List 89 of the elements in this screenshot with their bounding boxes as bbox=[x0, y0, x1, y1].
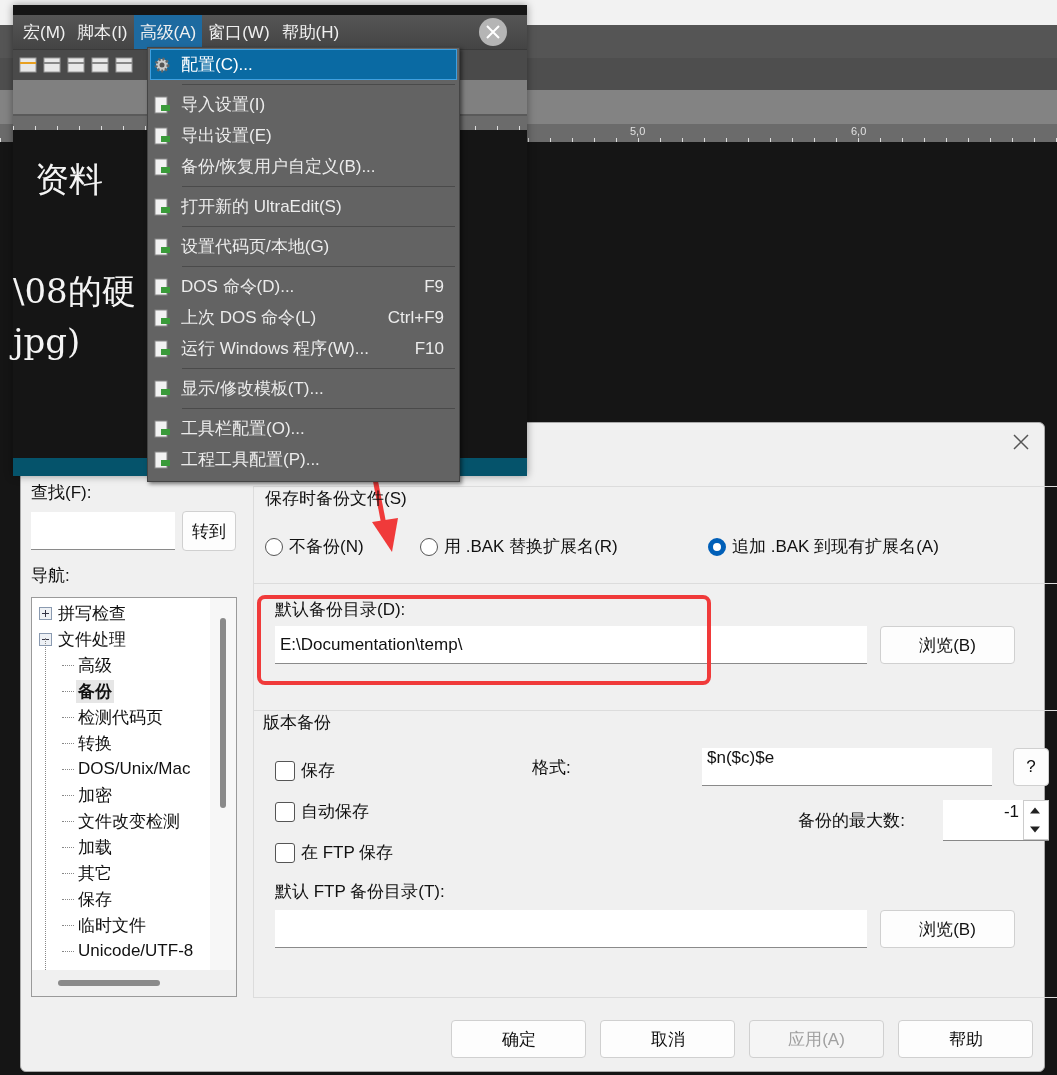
radio-label: 不备份(N) bbox=[289, 536, 364, 558]
document-icon bbox=[153, 419, 171, 438]
document-icon bbox=[153, 339, 171, 358]
tree-item[interactable]: Unicode/UTF-8 bbox=[76, 941, 196, 961]
browse-button[interactable]: 浏览(B) bbox=[880, 910, 1015, 948]
scrollbar-thumb[interactable] bbox=[58, 980, 160, 986]
document-icon bbox=[153, 157, 171, 176]
radio-button[interactable] bbox=[265, 537, 283, 556]
editor-text: \08的硬 bbox=[13, 270, 136, 312]
menu-item[interactable]: 工具栏配置(O)... bbox=[150, 413, 457, 444]
expand-icon[interactable] bbox=[39, 606, 52, 620]
radio-label: 追加 .BAK 到现有扩展名(A) bbox=[732, 536, 939, 558]
field-label: 默认 FTP 备份目录(T): bbox=[275, 881, 446, 903]
menu-item[interactable]: 窗口(W) bbox=[202, 15, 276, 49]
toolbar-icon[interactable] bbox=[91, 56, 109, 74]
checkbox-label: 保存 bbox=[301, 760, 335, 782]
directory-field[interactable]: E:\Documentation\temp\ bbox=[275, 626, 867, 664]
menu-item[interactable]: 高级(A) bbox=[133, 15, 203, 49]
checkbox-label: 自动保存 bbox=[301, 801, 369, 823]
menu-item[interactable]: 宏(M) bbox=[17, 15, 72, 49]
menu-item[interactable]: 上次 DOS 命令(L) Ctrl+F9 bbox=[150, 302, 457, 333]
close-button[interactable] bbox=[479, 18, 507, 46]
document-icon bbox=[153, 277, 171, 296]
radio-button[interactable] bbox=[708, 537, 726, 556]
field-label: 查找(F): bbox=[31, 482, 93, 504]
menu-item[interactable]: 显示/修改模板(T)... bbox=[150, 373, 457, 404]
checkbox[interactable] bbox=[275, 801, 295, 822]
toolbar-icon[interactable] bbox=[19, 56, 37, 74]
ruler-label: 5,0 bbox=[630, 125, 646, 137]
document-icon bbox=[153, 126, 171, 145]
help-button[interactable]: ? bbox=[1013, 748, 1049, 786]
radio-label: 用 .BAK 替换扩展名(R) bbox=[444, 536, 618, 558]
menu-item[interactable]: 工程工具配置(P)... bbox=[150, 444, 457, 475]
section-label: 导航: bbox=[31, 565, 71, 587]
tree-item[interactable]: 其它 bbox=[76, 861, 114, 885]
tree-item[interactable]: 加载 bbox=[76, 835, 114, 859]
gear-icon bbox=[153, 55, 171, 74]
field-label: 备份的最大数: bbox=[798, 810, 905, 832]
document-icon bbox=[153, 237, 171, 256]
tree-item[interactable]: 临时文件 bbox=[76, 913, 148, 937]
dialog-button[interactable]: 确定 bbox=[451, 1020, 586, 1058]
document-icon bbox=[153, 450, 171, 469]
dialog-button[interactable]: 取消 bbox=[600, 1020, 735, 1058]
tree-item[interactable]: 文件处理 bbox=[58, 627, 126, 651]
toolbar-icon[interactable] bbox=[115, 56, 133, 74]
menu-item[interactable]: 打开新的 UltraEdit(S) bbox=[150, 191, 457, 222]
menu-item[interactable]: 脚本(I) bbox=[71, 15, 134, 49]
menu-item[interactable]: DOS 命令(D)... F9 bbox=[150, 271, 457, 302]
tree-item[interactable]: 高级 bbox=[76, 653, 114, 677]
close-icon bbox=[486, 25, 500, 39]
dialog-button[interactable]: 帮助 bbox=[898, 1020, 1033, 1058]
group-title: 版本备份 bbox=[263, 712, 332, 734]
browse-button[interactable]: 浏览(B) bbox=[880, 626, 1015, 664]
menu-item[interactable]: 设置代码页/本地(G) bbox=[150, 231, 457, 262]
number-spinner[interactable]: -1 bbox=[943, 800, 1049, 841]
tree-item[interactable]: 检测代码页 bbox=[76, 705, 165, 729]
menu-item[interactable]: 导出设置(E) bbox=[150, 120, 457, 151]
search-field[interactable] bbox=[31, 512, 175, 550]
tree-item[interactable]: DOS/Unix/Mac bbox=[76, 759, 193, 779]
menu-item[interactable]: 运行 Windows 程序(W)... F10 bbox=[150, 333, 457, 364]
tree-item[interactable]: 转换 bbox=[76, 731, 114, 755]
tree-item[interactable]: 加密 bbox=[76, 783, 114, 807]
field-label: 默认备份目录(D): bbox=[275, 599, 407, 621]
document-icon bbox=[153, 95, 171, 114]
radio-button[interactable] bbox=[420, 537, 438, 556]
toolbar-icon[interactable] bbox=[67, 56, 85, 74]
field-label: 格式: bbox=[532, 756, 572, 779]
format-field[interactable]: $n($c)$e bbox=[702, 748, 992, 786]
menu-item[interactable]: 备份/恢复用户自定义(B)... bbox=[150, 151, 457, 182]
document-icon bbox=[153, 379, 171, 398]
menu-item[interactable]: 帮助(H) bbox=[275, 15, 346, 49]
menu-item[interactable]: 配置(C)... bbox=[150, 49, 457, 80]
tree-item[interactable]: 保存 bbox=[76, 887, 114, 911]
checkbox-label: 在 FTP 保存 bbox=[301, 842, 394, 864]
collapse-icon[interactable] bbox=[39, 632, 52, 646]
checkbox[interactable] bbox=[275, 842, 295, 863]
ruler-label: 6,0 bbox=[851, 125, 867, 137]
tree-item[interactable]: 文件改变检测 bbox=[76, 809, 182, 833]
tree-item[interactable]: 拼写检查 bbox=[58, 601, 126, 625]
document-icon bbox=[153, 197, 171, 216]
scrollbar-thumb[interactable] bbox=[220, 618, 226, 808]
checkbox[interactable] bbox=[275, 760, 295, 781]
toolbar-icon[interactable] bbox=[43, 56, 61, 74]
close-icon[interactable] bbox=[1012, 433, 1030, 451]
go-button[interactable]: 转到 bbox=[182, 511, 236, 551]
document-icon bbox=[153, 308, 171, 327]
editor-text: 资料 bbox=[34, 158, 103, 200]
directory-field[interactable] bbox=[275, 910, 867, 948]
tree-item[interactable]: 备份 bbox=[76, 679, 114, 703]
